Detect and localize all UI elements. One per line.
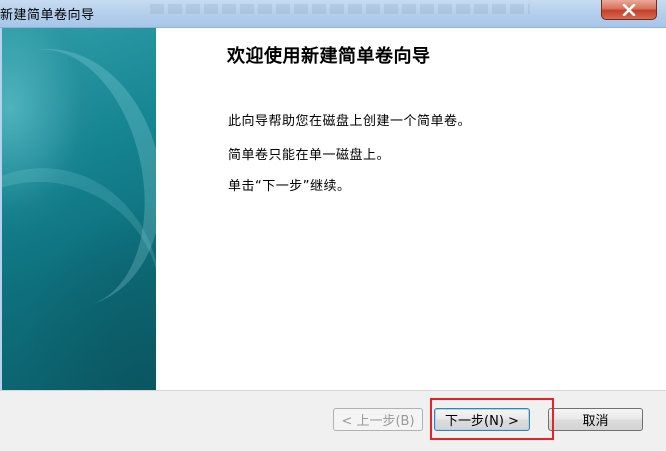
back-button[interactable]: < 上一步(B)	[333, 408, 423, 431]
wizard-description-line: 此向导帮助您在磁盘上创建一个简单卷。	[228, 114, 472, 129]
window-frame-edge	[0, 28, 2, 451]
wizard-description-line: 单击“下一步”继续。	[228, 179, 351, 194]
wizard-heading: 欢迎使用新建简单卷向导	[227, 46, 431, 67]
title-bar-background-text	[150, 4, 530, 14]
close-button[interactable]	[601, 0, 657, 20]
cancel-button[interactable]: 取消	[548, 408, 643, 431]
wizard-description-line: 简单卷只能在单一磁盘上。	[228, 148, 391, 163]
next-button-highlight	[430, 398, 554, 440]
window-title: 新建简单卷向导	[0, 8, 95, 23]
title-bar: 新建简单卷向导	[0, 0, 666, 28]
close-icon	[622, 3, 636, 16]
wizard-side-banner	[0, 28, 156, 390]
